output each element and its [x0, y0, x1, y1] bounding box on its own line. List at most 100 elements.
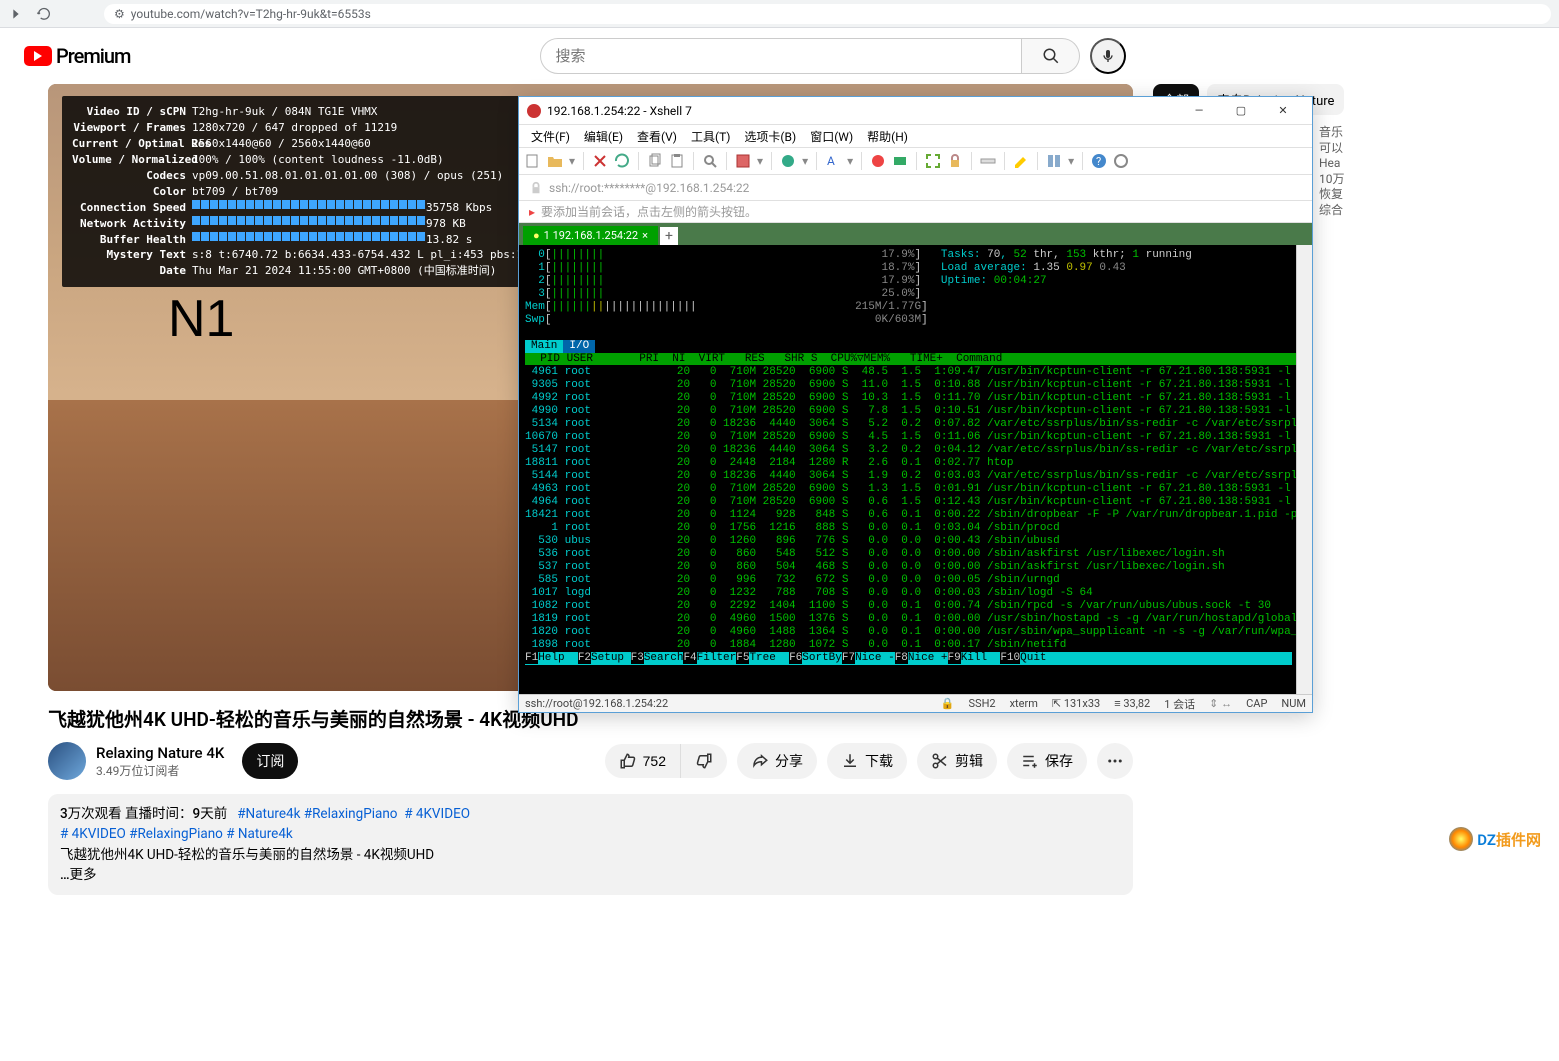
status-caps: CAP [1246, 697, 1267, 710]
status-size: 131x33 [1064, 697, 1100, 710]
search-input[interactable] [540, 38, 1022, 74]
desc-views: 3万次观看 直播时间：9天前 [60, 806, 227, 822]
more-actions-button[interactable] [1097, 743, 1133, 779]
search-button[interactable] [1022, 38, 1080, 74]
video-annotation: N1 [168, 289, 234, 349]
scissors-icon [931, 752, 949, 770]
site-watermark: DZ插件网 [1449, 827, 1541, 851]
recommendation-info: 音乐可以Hea10万恢复综合 [1319, 125, 1345, 219]
props-dropdown[interactable]: ▾ [757, 154, 763, 168]
status-pos: 33,82 [1123, 697, 1150, 710]
tab-close-icon[interactable]: × [642, 229, 648, 242]
menu-item[interactable]: 选项卡(B) [738, 125, 802, 148]
menu-item[interactable]: 窗口(W) [804, 125, 859, 148]
svg-text:?: ? [1096, 155, 1101, 168]
search-container [540, 38, 1080, 74]
disconnect-icon[interactable] [592, 153, 608, 169]
youtube-header: Premium [0, 28, 1559, 84]
reconnect-icon[interactable] [614, 153, 630, 169]
minimize-button[interactable]: — [1178, 98, 1220, 124]
save-button[interactable]: 保存 [1007, 743, 1087, 779]
properties-icon[interactable] [735, 153, 751, 169]
browser-bar: ⚙ youtube.com/watch?v=T2hg-hr-9uk&t=6553… [0, 0, 1559, 28]
dislike-button[interactable] [681, 744, 727, 778]
font-icon[interactable]: A [825, 153, 841, 169]
address-bar[interactable]: ssh://root:********@192.168.1.254:22 [519, 175, 1312, 201]
menu-item[interactable]: 帮助(H) [861, 125, 914, 148]
more-horizontal-icon [1106, 752, 1124, 770]
youtube-play-icon [24, 46, 52, 66]
youtube-logo[interactable]: Premium [24, 44, 130, 68]
update-icon[interactable] [1113, 153, 1129, 169]
paste-icon[interactable] [669, 153, 685, 169]
svg-text:A: A [827, 154, 835, 168]
share-button[interactable]: 分享 [737, 743, 817, 779]
open-dropdown[interactable]: ▾ [569, 154, 575, 168]
channel-name[interactable]: Relaxing Nature 4K [96, 744, 224, 762]
lock-icon[interactable] [947, 153, 963, 169]
xshell-title: 192.168.1.254:22 - Xshell 7 [547, 104, 1178, 118]
find-icon[interactable] [702, 153, 718, 169]
channel-subs: 3.49万位订阅者 [96, 762, 224, 779]
maximize-button[interactable]: ▢ [1220, 98, 1262, 124]
terminal-scrollbar[interactable] [1296, 245, 1312, 694]
highlight-icon[interactable] [1013, 153, 1029, 169]
forward-icon[interactable] [8, 6, 24, 22]
download-icon [841, 752, 859, 770]
watermark-icon [1449, 827, 1473, 851]
fullscreen-icon[interactable] [925, 153, 941, 169]
status-bar: ssh://root@192.168.1.254:22 🔒SSH2 xterm … [519, 694, 1312, 712]
layout-dropdown[interactable]: ▾ [1068, 154, 1074, 168]
voice-search-button[interactable] [1090, 38, 1126, 74]
lock-icon [529, 181, 543, 195]
share-icon [751, 752, 769, 770]
xshell-app-icon [527, 104, 541, 118]
compose-bar-icon[interactable] [980, 153, 996, 169]
session-tab[interactable]: ● 1 192.168.1.254:22 × [523, 226, 658, 245]
xftp-icon[interactable] [892, 153, 908, 169]
status-ssh: SSH2 [969, 697, 996, 710]
show-more-button[interactable]: …更多 [60, 867, 97, 883]
site-info-icon[interactable]: ⚙ [114, 7, 125, 21]
menu-item[interactable]: 编辑(E) [578, 125, 629, 148]
font-dropdown[interactable]: ▾ [847, 154, 853, 168]
new-session-icon[interactable] [525, 153, 541, 169]
terminal[interactable]: 0[|||||||| 17.9%] Tasks: 70, 52 thr, 153… [519, 245, 1296, 694]
url-text: youtube.com/watch?v=T2hg-hr-9uk&t=6553s [131, 7, 371, 21]
subscribe-button[interactable]: 订阅 [242, 743, 298, 779]
color-scheme-icon[interactable] [780, 153, 796, 169]
menu-item[interactable]: 文件(F) [525, 125, 576, 148]
thumbs-down-icon [695, 752, 713, 770]
open-icon[interactable] [547, 153, 563, 169]
toolbar: ▾ ▾ ▾ A ▾ ▾ ? [519, 147, 1312, 175]
status-term: xterm [1010, 697, 1038, 710]
channel-avatar[interactable] [48, 742, 86, 780]
xagent-icon[interactable] [870, 153, 886, 169]
copy-icon[interactable] [647, 153, 663, 169]
video-description[interactable]: 3万次观看 直播时间：9天前 #Nature4k #RelaxingPiano … [48, 794, 1133, 895]
status-num: NUM [1281, 697, 1306, 710]
add-tab-button[interactable]: + [660, 227, 678, 245]
session-hint: ▸ 要添加当前会话，点击左侧的箭头按钮。 [519, 201, 1312, 223]
download-button[interactable]: 下载 [827, 743, 907, 779]
video-meta: Relaxing Nature 4K 3.49万位订阅者 订阅 752 分享 [48, 742, 1133, 780]
clip-button[interactable]: 剪辑 [917, 743, 997, 779]
menu-bar: 文件(F)编辑(E)查看(V)工具(T)选项卡(B)窗口(W)帮助(H) [519, 125, 1312, 147]
search-icon [1042, 47, 1060, 65]
xshell-titlebar[interactable]: 192.168.1.254:22 - Xshell 7 — ▢ ✕ [519, 97, 1312, 125]
status-connection: ssh://root@192.168.1.254:22 [525, 697, 668, 710]
url-bar[interactable]: ⚙ youtube.com/watch?v=T2hg-hr-9uk&t=6553… [104, 4, 1551, 24]
stats-for-nerds: [X] Video ID / sCPNT2hg-hr-9uk / 084N TG… [62, 96, 560, 287]
color-dropdown[interactable]: ▾ [802, 154, 808, 168]
menu-item[interactable]: 工具(T) [685, 125, 736, 148]
menu-item[interactable]: 查看(V) [631, 125, 683, 148]
status-sessions: 1 会话 [1164, 696, 1195, 712]
premium-label: Premium [56, 44, 130, 68]
mic-icon [1100, 48, 1116, 64]
help-icon[interactable]: ? [1091, 153, 1107, 169]
layout-icon[interactable] [1046, 153, 1062, 169]
like-button[interactable]: 752 [605, 744, 681, 778]
thumbs-up-icon [619, 752, 637, 770]
reload-icon[interactable] [36, 6, 52, 22]
close-button[interactable]: ✕ [1262, 98, 1304, 124]
